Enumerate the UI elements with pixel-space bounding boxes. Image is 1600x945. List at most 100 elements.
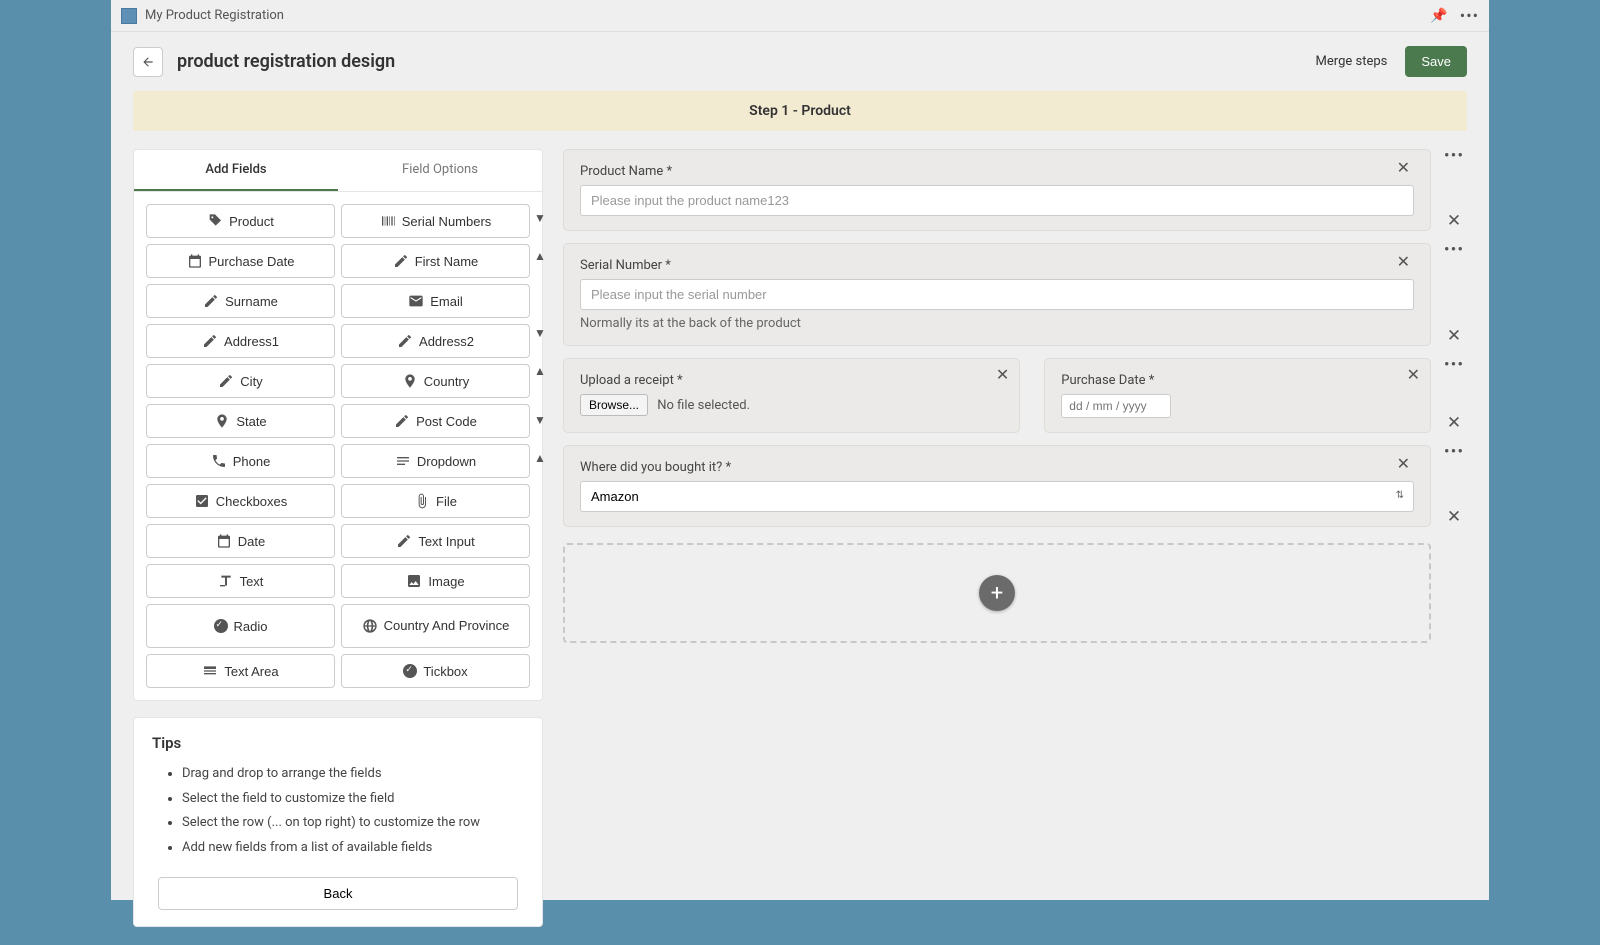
field-country[interactable]: Country xyxy=(341,364,530,398)
field-product[interactable]: Product xyxy=(146,204,335,238)
back-button[interactable] xyxy=(133,47,163,77)
typography-icon xyxy=(218,573,234,589)
field-label: Purchase Date xyxy=(209,254,295,269)
tip-item: Add new fields from a list of available … xyxy=(182,836,524,861)
tips-panel: Tips Drag and drop to arrange the fields… xyxy=(133,717,543,927)
field-label: Tickbox xyxy=(423,664,467,679)
globe-icon xyxy=(362,618,378,634)
serial-number-input[interactable] xyxy=(580,279,1414,310)
row-menu-icon[interactable]: ••• xyxy=(1444,360,1464,370)
field-label: Country xyxy=(424,374,470,389)
tab-add-fields[interactable]: Add Fields xyxy=(134,150,338,191)
step-banner: Step 1 - Product xyxy=(133,91,1467,131)
field-surname[interactable]: Surname xyxy=(146,284,335,318)
field-image[interactable]: Image xyxy=(341,564,530,598)
topbar-menu-icon[interactable]: ••• xyxy=(1460,6,1479,25)
product-name-input[interactable] xyxy=(580,185,1414,216)
arrow-left-icon xyxy=(141,55,155,69)
radio-icon xyxy=(214,619,228,633)
field-label: File xyxy=(436,494,457,509)
chevron-up-icon[interactable]: ▲ xyxy=(534,364,546,378)
field-text-area[interactable]: Text Area xyxy=(146,654,335,688)
fields-panel: Add Fields Field Options Product Serial … xyxy=(133,149,543,701)
field-serial-numbers[interactable]: Serial Numbers xyxy=(341,204,530,238)
checkbox-icon xyxy=(194,493,210,509)
field-post-code[interactable]: Post Code xyxy=(341,404,530,438)
purchase-date-input[interactable] xyxy=(1061,394,1171,418)
image-icon xyxy=(406,573,422,589)
form-row[interactable]: ▼ ••• ✕ ✕ Product Name * xyxy=(563,149,1467,231)
add-row-button[interactable]: + xyxy=(979,575,1015,611)
field-block-serial-number[interactable]: ✕ Serial Number * Normally its at the ba… xyxy=(580,258,1414,331)
field-purchase-date[interactable]: Purchase Date xyxy=(146,244,335,278)
row-remove-icon[interactable]: ✕ xyxy=(1447,328,1461,344)
save-button[interactable]: Save xyxy=(1405,46,1467,77)
app-title: My Product Registration xyxy=(145,8,284,23)
field-text-input[interactable]: Text Input xyxy=(341,524,530,558)
field-radio[interactable]: Radio xyxy=(146,604,335,648)
chevron-down-icon[interactable]: ▼ xyxy=(534,326,546,340)
field-phone[interactable]: Phone xyxy=(146,444,335,478)
form-row[interactable]: ▲ ▼ ••• ✕ ✕ Upload a receipt * Browse...… xyxy=(563,358,1467,433)
field-address2[interactable]: Address2 xyxy=(341,324,530,358)
chevron-up-icon[interactable]: ▲ xyxy=(534,451,546,465)
field-label: Product xyxy=(229,214,274,229)
field-email[interactable]: Email xyxy=(341,284,530,318)
pencil-icon xyxy=(396,533,412,549)
add-row-dropzone[interactable]: + xyxy=(563,543,1431,643)
chevron-down-icon[interactable]: ▼ xyxy=(534,211,546,225)
field-block-product-name[interactable]: ✕ Product Name * xyxy=(580,164,1414,216)
field-text[interactable]: Text xyxy=(146,564,335,598)
pencil-icon xyxy=(394,413,410,429)
pencil-icon xyxy=(397,333,413,349)
row-menu-icon[interactable]: ••• xyxy=(1444,151,1464,161)
where-bought-select[interactable]: Amazon xyxy=(580,481,1414,512)
row-remove-icon[interactable]: ✕ xyxy=(1447,509,1461,525)
row-menu-icon[interactable]: ••• xyxy=(1444,245,1464,255)
field-block-purchase-date[interactable]: ✕ Purchase Date * xyxy=(1044,358,1431,433)
attachment-icon xyxy=(414,493,430,509)
field-label: Phone xyxy=(233,454,271,469)
field-label: Text xyxy=(240,574,264,589)
field-state[interactable]: State xyxy=(146,404,335,438)
chevron-down-icon[interactable]: ▼ xyxy=(534,413,546,427)
field-label: Post Code xyxy=(416,414,477,429)
field-label: Serial Numbers xyxy=(402,214,492,229)
field-address1[interactable]: Address1 xyxy=(146,324,335,358)
field-label: Where did you bought it? * xyxy=(580,460,1414,475)
field-block-where-bought[interactable]: ✕ Where did you bought it? * Amazon xyxy=(580,460,1414,512)
field-remove-icon[interactable]: ✕ xyxy=(1397,252,1410,271)
tips-back-button[interactable]: Back xyxy=(158,877,518,910)
tab-field-options[interactable]: Field Options xyxy=(338,150,542,191)
field-label: First Name xyxy=(415,254,479,269)
field-date[interactable]: Date xyxy=(146,524,335,558)
field-remove-icon[interactable]: ✕ xyxy=(1397,454,1410,473)
field-tickbox[interactable]: Tickbox xyxy=(341,654,530,688)
pin-icon[interactable]: 📌 xyxy=(1430,8,1447,24)
row-remove-icon[interactable]: ✕ xyxy=(1447,213,1461,229)
row-remove-icon[interactable]: ✕ xyxy=(1447,415,1461,431)
field-dropdown[interactable]: Dropdown xyxy=(341,444,530,478)
field-remove-icon[interactable]: ✕ xyxy=(996,365,1009,384)
location-icon xyxy=(214,413,230,429)
field-label: Serial Number * xyxy=(580,258,1414,273)
tip-item: Select the field to customize the field xyxy=(182,787,524,812)
merge-steps-button[interactable]: Merge steps xyxy=(1316,54,1388,69)
field-checkboxes[interactable]: Checkboxes xyxy=(146,484,335,518)
chevron-up-icon[interactable]: ▲ xyxy=(534,249,546,263)
field-label: Checkboxes xyxy=(216,494,288,509)
browse-button[interactable]: Browse... xyxy=(580,394,648,416)
field-remove-icon[interactable]: ✕ xyxy=(1407,365,1420,384)
field-first-name[interactable]: First Name xyxy=(341,244,530,278)
field-label: Radio xyxy=(234,619,268,634)
row-menu-icon[interactable]: ••• xyxy=(1444,447,1464,457)
form-row[interactable]: ▲ ••• ✕ ✕ Where did you bought it? * Ama… xyxy=(563,445,1467,527)
field-remove-icon[interactable]: ✕ xyxy=(1397,158,1410,177)
field-file[interactable]: File xyxy=(341,484,530,518)
field-block-upload-receipt[interactable]: ✕ Upload a receipt * Browse... No file s… xyxy=(563,358,1020,433)
field-country-province[interactable]: Country And Province xyxy=(341,604,530,648)
field-city[interactable]: City xyxy=(146,364,335,398)
tips-heading: Tips xyxy=(152,734,524,752)
form-row[interactable]: ▲ ▼ ••• ✕ ✕ Serial Number * Normally its… xyxy=(563,243,1467,346)
field-help-text: Normally its at the back of the product xyxy=(580,316,1414,331)
